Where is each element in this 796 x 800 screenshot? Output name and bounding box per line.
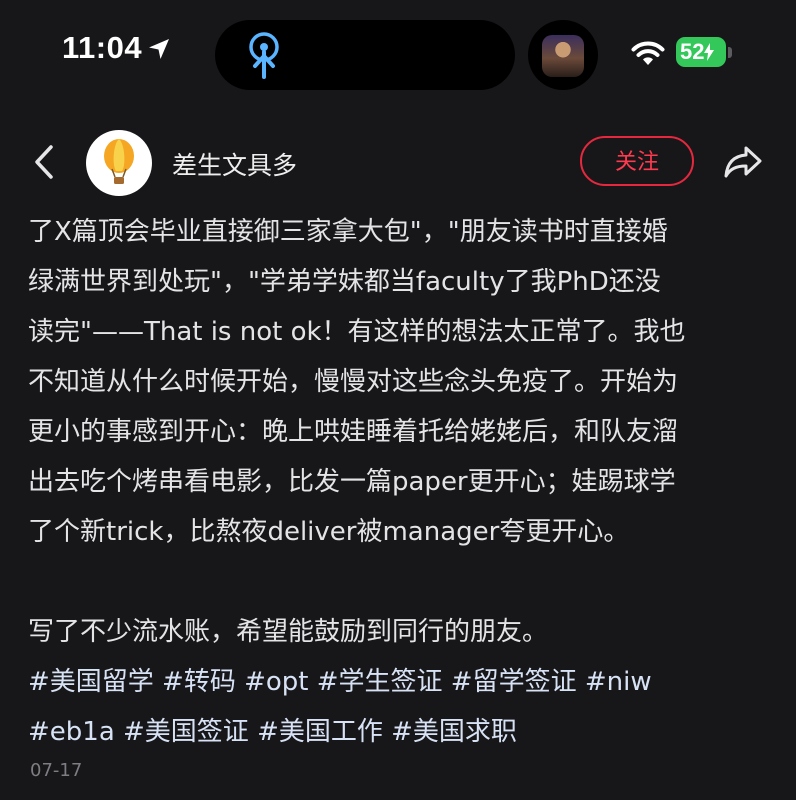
post-line: 更小的事感到开心：晚上哄娃睡着托给姥姥后，和队友溜 <box>28 417 679 447</box>
dynamic-island[interactable] <box>215 20 515 90</box>
chevron-left-icon[interactable] <box>30 144 60 180</box>
author-name[interactable]: 差生文具多 <box>172 146 297 182</box>
author-avatar[interactable] <box>86 130 152 196</box>
hashtag-line[interactable]: #eb1a #美国签证 #美国工作 #美国求职 <box>28 707 773 757</box>
post-header: 差生文具多 关注 <box>0 122 796 202</box>
status-bar: 11:04 52 <box>0 0 796 110</box>
share-arrow-icon[interactable] <box>722 142 764 182</box>
now-playing-thumbnail[interactable] <box>528 20 598 90</box>
post-line: 不知道从什么时候开始，慢慢对这些念头免疫了。开始为 <box>28 367 679 397</box>
post-line: 出去吃个烤串看电影，比发一篇paper更开心；娃踢球学 <box>28 467 676 497</box>
status-time: 11:04 <box>62 30 143 65</box>
charging-bolt-icon <box>704 43 715 61</box>
post-body: 了X篇顶会毕业直接御三家拿大包"，"朋友读书时直接婚 绿满世界到处玩"，"学弟学… <box>28 207 773 757</box>
hot-air-balloon-icon <box>104 139 134 184</box>
battery-cap <box>728 47 732 58</box>
post-line: 绿满世界到处玩"，"学弟学妹都当faculty了我PhD还没 <box>28 267 661 297</box>
post-line: 了个新trick，比熬夜deliver被manager夸更开心。 <box>28 517 630 547</box>
album-art <box>542 35 584 77</box>
post-line: 读完"——That is not ok！有这样的想法太正常了。我也 <box>28 317 686 347</box>
hashtag-line[interactable]: #美国留学 #转码 #opt #学生签证 #留学签证 #niw <box>28 657 773 707</box>
follow-button[interactable]: 关注 <box>580 136 694 186</box>
post-line: 了X篇顶会毕业直接御三家拿大包"，"朋友读书时直接婚 <box>28 217 668 247</box>
battery-level: 52 <box>680 39 705 64</box>
post-date: 07-17 <box>30 760 83 781</box>
post-closing-line: 写了不少流水账，希望能鼓励到同行的朋友。 <box>28 617 549 647</box>
wifi-icon <box>631 41 665 65</box>
battery-indicator: 52 <box>676 37 726 67</box>
accessibility-touch-icon <box>249 32 279 79</box>
location-arrow-icon <box>149 39 169 59</box>
